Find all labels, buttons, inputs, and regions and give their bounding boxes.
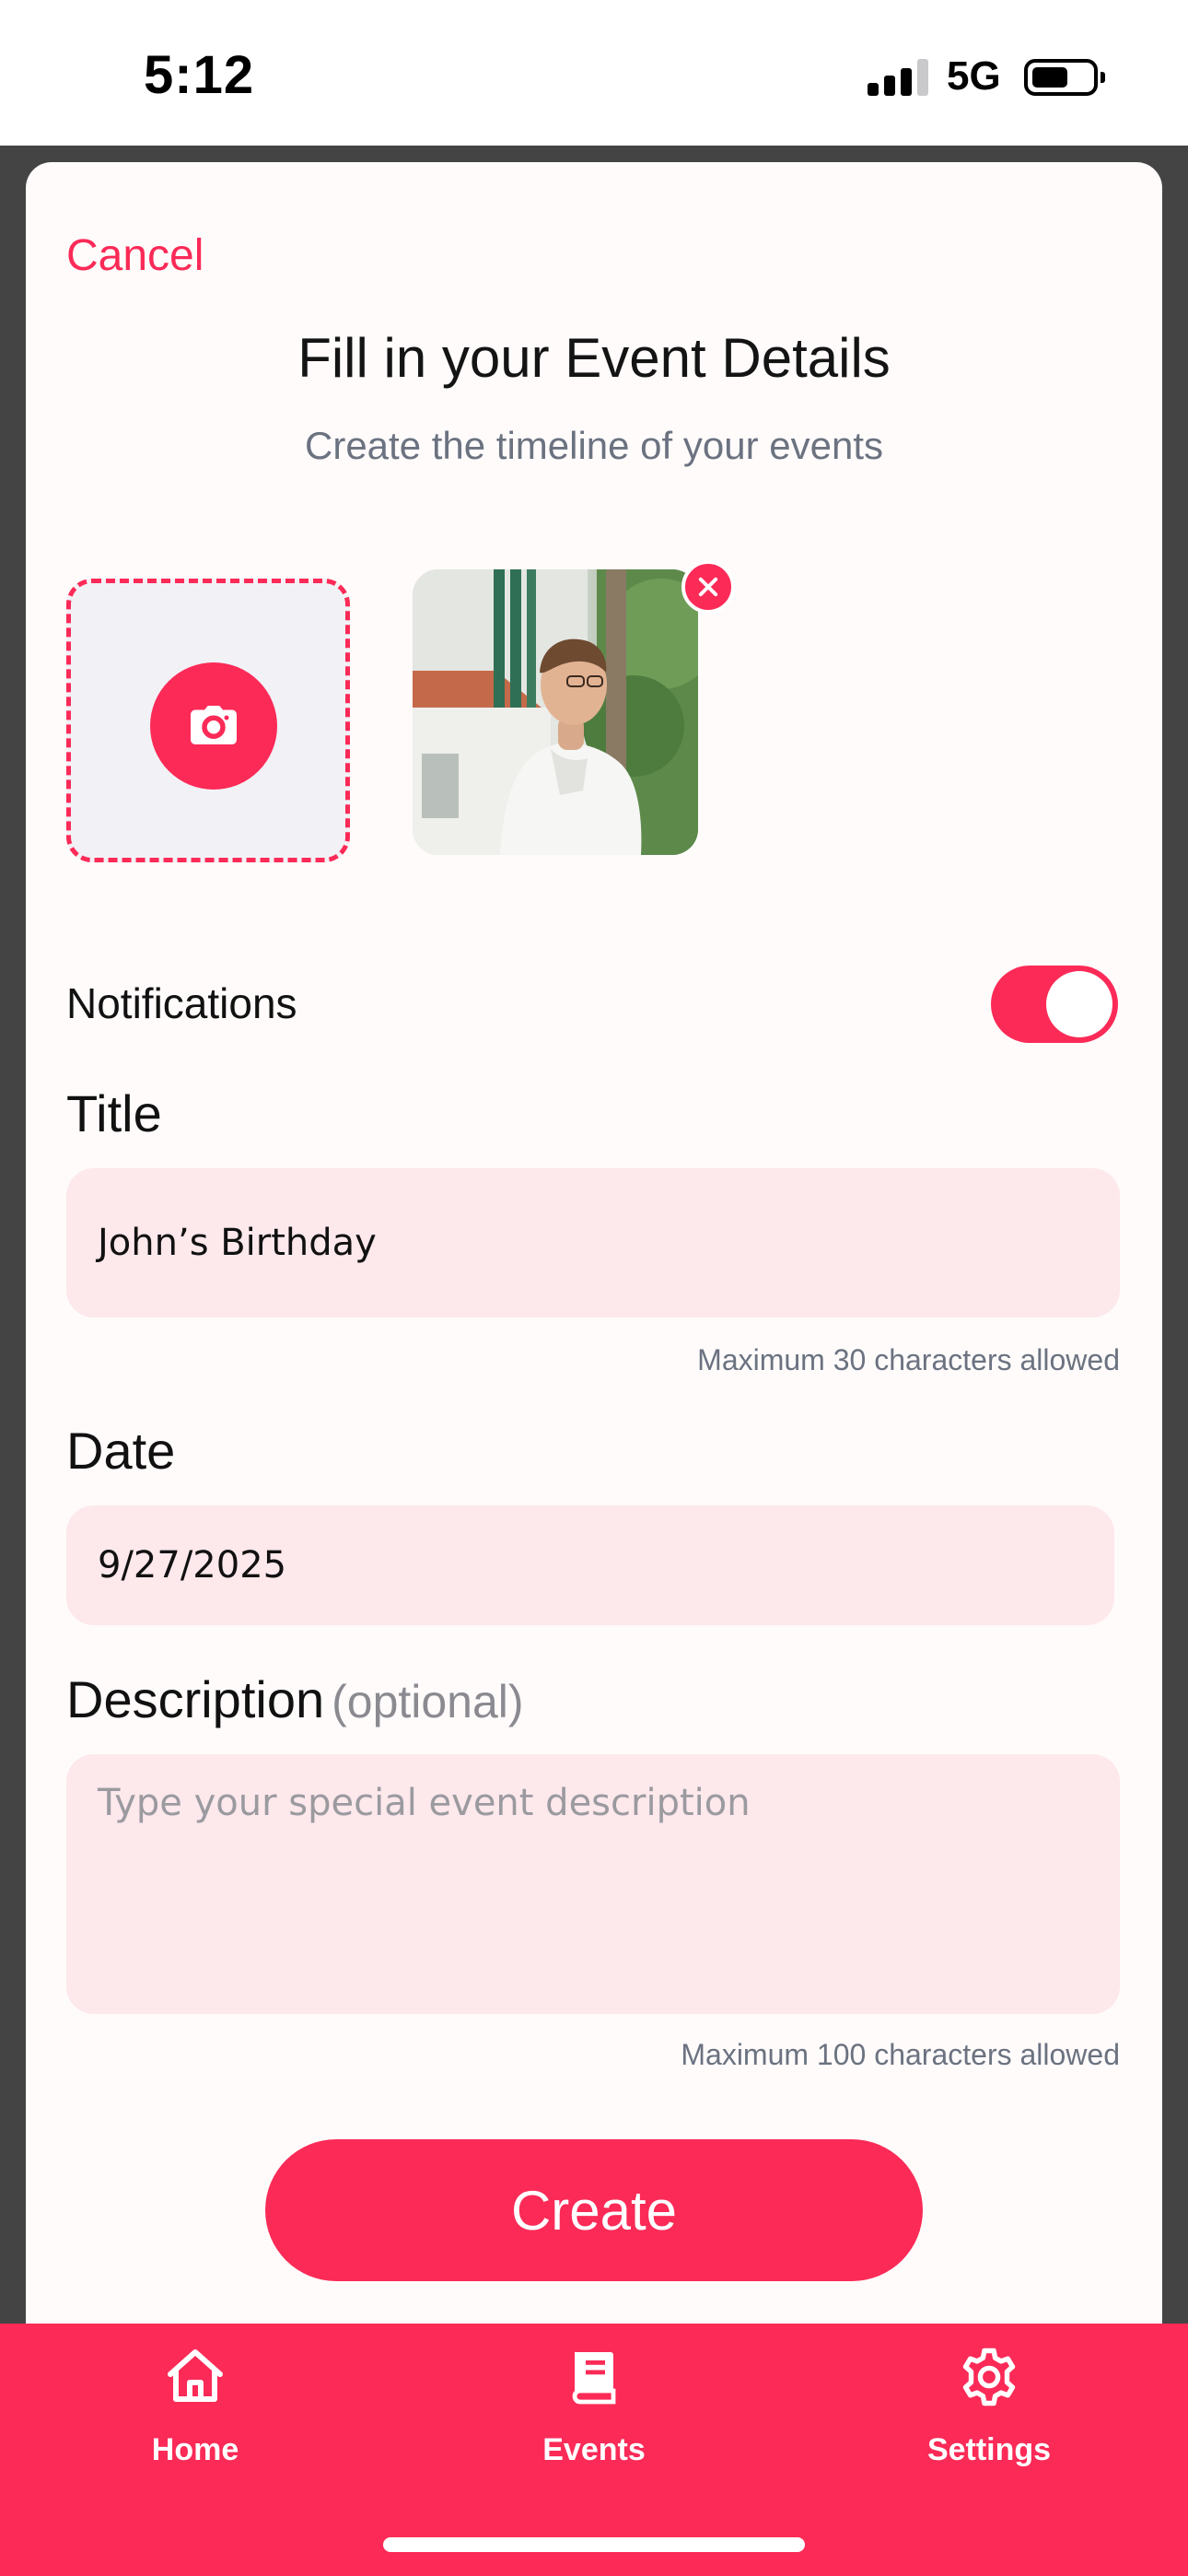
date-field[interactable]: 9/27/2025 (66, 1505, 1114, 1625)
description-optional-text: (optional) (332, 1676, 524, 1727)
photo-upload-box[interactable] (66, 579, 350, 862)
status-time: 5:12 (144, 45, 255, 105)
status-bar: 5:12 5G (0, 0, 1188, 146)
event-photo (413, 569, 698, 855)
description-placeholder: Type your special event description (98, 1782, 751, 1824)
description-label: Description (optional) (66, 1669, 524, 1729)
notifications-label: Notifications (66, 979, 297, 1027)
book-icon (572, 2352, 616, 2405)
tab-events-label: Events (542, 2432, 646, 2467)
title-input-value: John’s Birthday (98, 1222, 377, 1264)
tab-settings[interactable]: Settings (869, 2340, 1109, 2488)
page-subtitle: Create the timeline of your events (305, 424, 883, 467)
title-hint: Maximum 30 characters allowed (697, 1343, 1120, 1376)
person-photo (413, 569, 698, 855)
home-icon (168, 2349, 223, 2402)
title-label: Title (66, 1084, 162, 1142)
tab-home-label: Home (151, 2432, 239, 2467)
page-title: Fill in your Event Details (297, 327, 891, 389)
add-photo-button[interactable] (150, 662, 277, 790)
close-icon (698, 577, 718, 597)
network-label: 5G (947, 53, 1001, 99)
title-input[interactable]: John’s Birthday (66, 1168, 1120, 1317)
notifications-toggle[interactable] (991, 966, 1118, 1043)
description-textarea[interactable]: Type your special event description (66, 1754, 1120, 2014)
date-field-value: 9/27/2025 (98, 1544, 287, 1587)
home-indicator (383, 2537, 805, 2552)
tab-events[interactable]: Events (474, 2340, 714, 2488)
date-label: Date (66, 1422, 176, 1480)
description-label-text: Description (66, 1670, 325, 1728)
toggle-knob (1046, 971, 1112, 1037)
description-hint: Maximum 100 characters allowed (681, 2038, 1120, 2071)
remove-photo-button[interactable] (681, 560, 735, 614)
tab-home[interactable]: Home (76, 2340, 315, 2488)
gear-icon (962, 2348, 1016, 2406)
camera-icon (191, 706, 237, 744)
signal-icon (868, 59, 928, 96)
tab-settings-label: Settings (926, 2432, 1052, 2467)
cancel-button[interactable]: Cancel (66, 230, 204, 281)
create-button[interactable]: Create (265, 2139, 923, 2281)
battery-icon (1024, 59, 1105, 96)
